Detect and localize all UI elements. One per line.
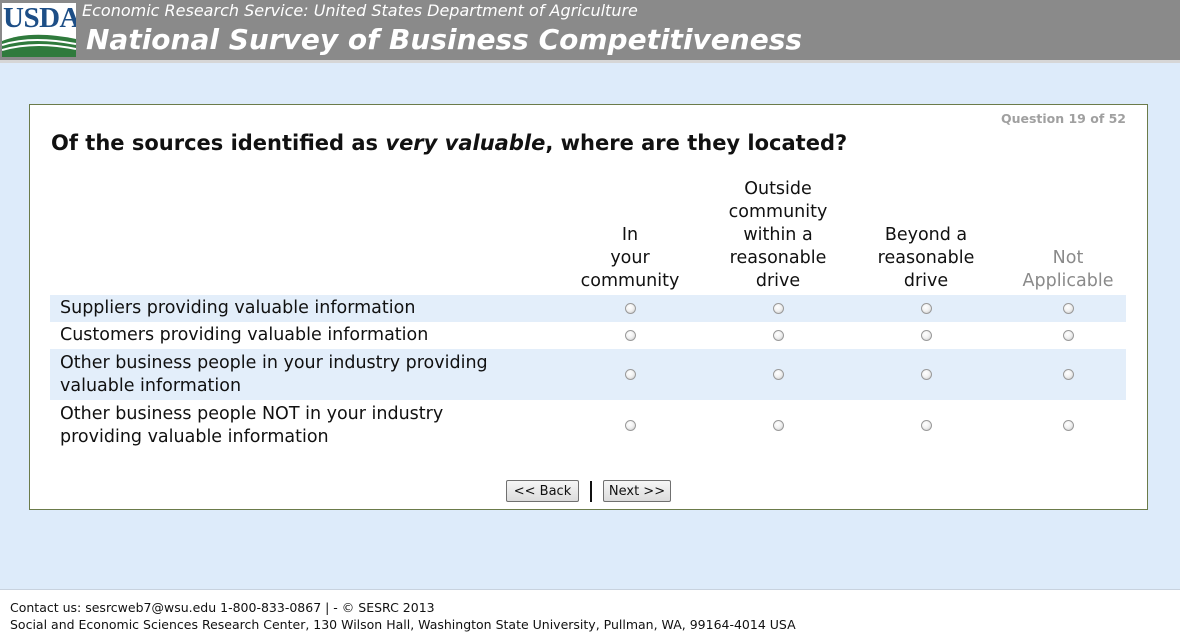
column-header-line: drive: [755, 271, 801, 291]
radio-outside-community[interactable]: [772, 330, 784, 341]
next-button[interactable]: Next >>: [603, 480, 671, 502]
question-panel: Question 19 of 52 Of the sources identif…: [29, 104, 1148, 510]
column-header-line: Applicable: [1022, 271, 1114, 291]
radio-in-your-community[interactable]: [624, 330, 636, 341]
question-text: Of the sources identified as very valuab…: [51, 131, 847, 155]
question-text-end: , where are they located?: [545, 131, 848, 155]
radio-not-applicable[interactable]: [1062, 420, 1074, 431]
radio-in-your-community[interactable]: [624, 420, 636, 431]
survey-title: National Survey of Business Competitiven…: [86, 23, 803, 56]
column-header-line: In: [621, 225, 639, 245]
column-header-line: your: [610, 248, 650, 268]
site-header: USDA Economic Research Service: United S…: [0, 0, 1180, 63]
usda-logo: USDA: [2, 3, 76, 57]
column-header-not-applicable: Not Applicable: [998, 247, 1138, 293]
column-header-line: within a: [743, 225, 813, 245]
footer-address: Social and Economic Sciences Research Ce…: [10, 617, 796, 632]
radio-in-your-community[interactable]: [624, 303, 636, 314]
radio-beyond-reasonable-drive[interactable]: [920, 303, 932, 314]
row-label-line: providing valuable information: [60, 426, 329, 447]
radio-beyond-reasonable-drive[interactable]: [920, 330, 932, 341]
column-header-line: Outside: [744, 179, 812, 199]
usda-logo-hills-icon: [2, 34, 76, 57]
column-header-in-your-community: In your community: [560, 224, 700, 293]
radio-not-applicable[interactable]: [1062, 369, 1074, 380]
row-label-line: Suppliers providing valuable information: [60, 298, 416, 318]
radio-beyond-reasonable-drive[interactable]: [920, 369, 932, 380]
column-header-line: reasonable: [729, 248, 827, 268]
column-header-line: reasonable: [877, 248, 975, 268]
row-label: Suppliers providing valuable information: [60, 297, 415, 320]
column-header-beyond-reasonable-drive: Beyond a reasonable drive: [856, 224, 996, 293]
row-label-line: valuable information: [60, 375, 242, 396]
question-row: Other business people in your industry p…: [50, 349, 1126, 400]
column-header-outside-community: Outside community within a reasonable drive: [708, 178, 848, 293]
row-label: Other business people NOT in your indust…: [60, 403, 443, 449]
agency-name: Economic Research Service: United States…: [82, 1, 638, 20]
footer-contact: Contact us: sesrcweb7@wsu.edu 1-800-833-…: [10, 600, 435, 615]
row-label: Other business people in your industry p…: [60, 352, 488, 398]
question-row: Other business people NOT in your indust…: [50, 400, 1126, 451]
column-header-line: community: [728, 202, 828, 222]
row-label-line: Customers providing valuable information: [60, 325, 429, 345]
row-label: Customers providing valuable information: [60, 324, 428, 347]
radio-beyond-reasonable-drive[interactable]: [920, 420, 932, 431]
column-header-line: community: [580, 271, 680, 291]
radio-in-your-community[interactable]: [624, 369, 636, 380]
column-header-line: drive: [903, 271, 949, 291]
radio-not-applicable[interactable]: [1062, 330, 1074, 341]
column-header-line: Not: [1052, 248, 1084, 268]
radio-outside-community[interactable]: [772, 420, 784, 431]
site-footer: Contact us: sesrcweb7@wsu.edu 1-800-833-…: [0, 589, 1180, 634]
question-text-emphasis: very valuable: [385, 131, 546, 155]
radio-not-applicable[interactable]: [1062, 303, 1074, 314]
column-header-line: Beyond a: [884, 225, 968, 245]
nav-divider: [590, 481, 592, 502]
question-row: Suppliers providing valuable information: [50, 295, 1126, 322]
radio-outside-community[interactable]: [772, 303, 784, 314]
question-progress: Question 19 of 52: [1000, 111, 1126, 126]
question-text-start: Of the sources identified as: [51, 131, 386, 155]
radio-outside-community[interactable]: [772, 369, 784, 380]
back-button[interactable]: << Back: [506, 480, 579, 502]
row-label-line: Other business people in your industry p…: [60, 352, 488, 373]
question-row: Customers providing valuable information: [50, 322, 1126, 349]
row-label-line: Other business people NOT in your indust…: [60, 403, 444, 424]
